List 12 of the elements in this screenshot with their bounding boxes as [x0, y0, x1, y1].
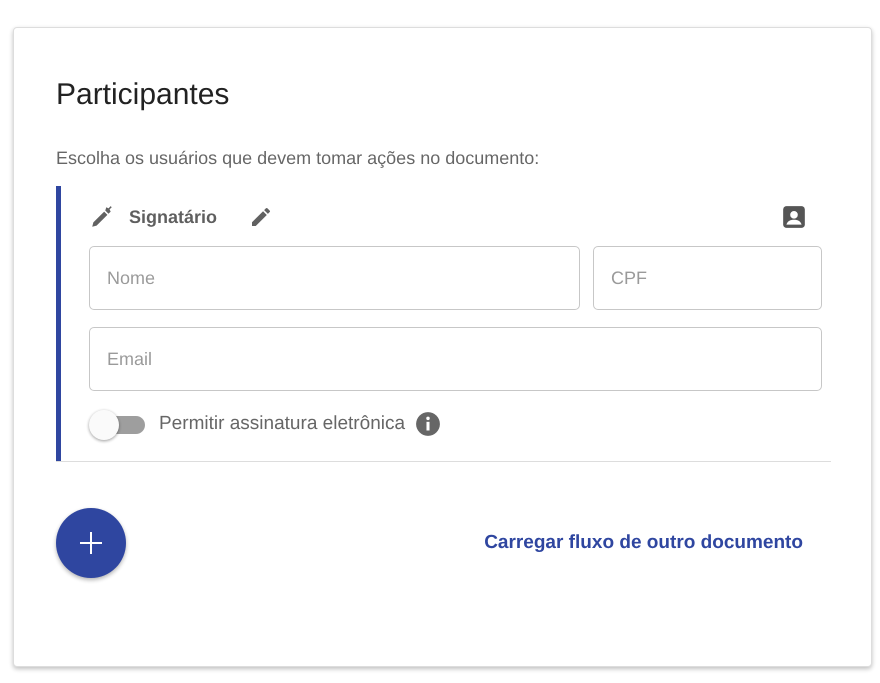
instructions: Escolha os usuários que devem tomar ações no documento: [56, 148, 540, 169]
name-field[interactable]: Nome [89, 246, 580, 310]
add-button[interactable] [56, 508, 126, 578]
load-flow-link[interactable]: Carregar fluxo de outro documento [484, 532, 803, 554]
cpf-field[interactable]: CPF [593, 246, 822, 310]
toggle-label: Permitir assinatura eletrônica [159, 413, 406, 435]
plus-icon [80, 532, 102, 554]
email-field[interactable]: Email [89, 327, 822, 391]
info-icon[interactable] [415, 411, 442, 437]
contact-icon[interactable] [781, 204, 807, 230]
role-label: Signatário [129, 206, 218, 228]
card-title: Participantes [56, 78, 230, 112]
